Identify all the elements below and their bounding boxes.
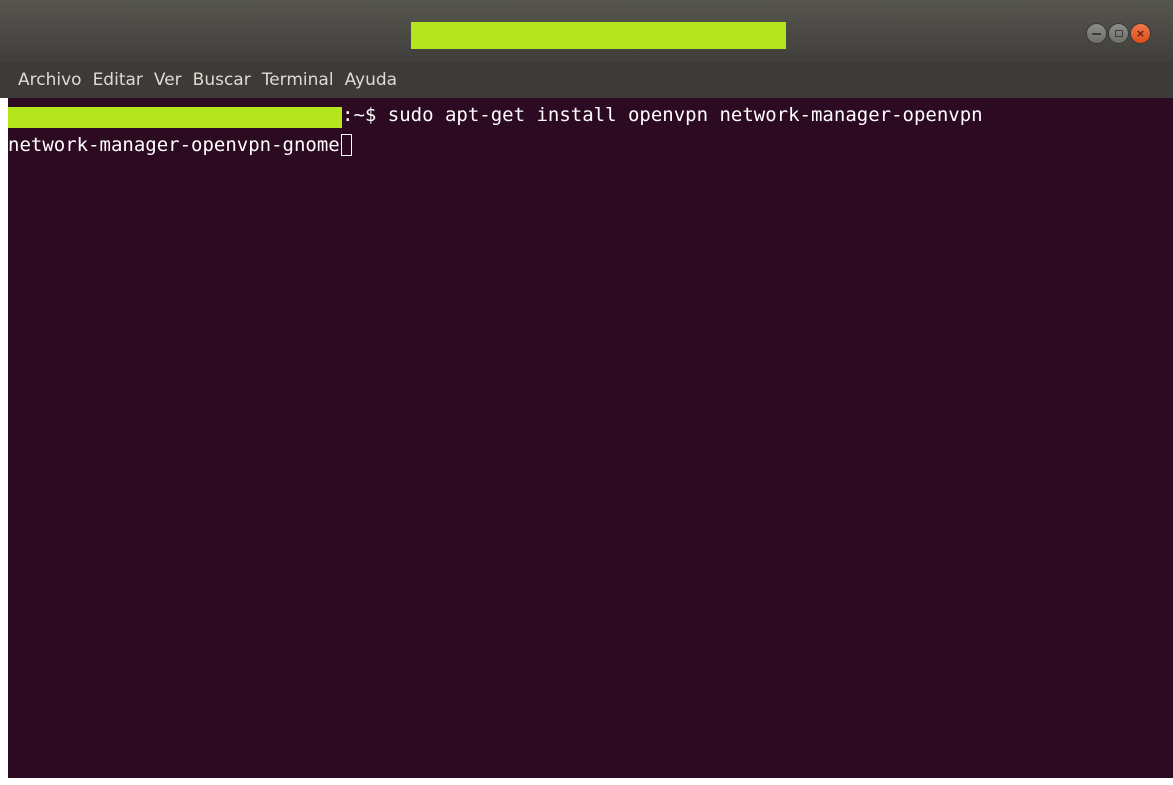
text-cursor [340,134,352,156]
terminal-line-2: network-manager-openvpn-gnome [8,130,352,160]
command-text-line-1: :~$ sudo apt-get install openvpn network… [342,104,983,126]
menu-ayuda[interactable]: Ayuda [345,62,398,98]
menu-archivo[interactable]: Archivo [18,62,82,98]
menu-bar: Archivo Editar Ver Buscar Terminal Ayuda [0,62,1173,98]
terminal-window: × Archivo Editar Ver Buscar Terminal Ayu… [0,0,1173,785]
menu-terminal[interactable]: Terminal [262,62,334,98]
minimize-button[interactable] [1086,23,1107,44]
command-text-line-2: network-manager-openvpn-gnome [8,134,340,156]
terminal-output-area[interactable]: :~$ sudo apt-get install openvpn network… [8,98,1173,778]
menu-ver[interactable]: Ver [154,62,182,98]
maximize-icon [1109,24,1128,43]
maximize-button[interactable] [1108,23,1129,44]
menu-buscar[interactable]: Buscar [193,62,251,98]
minimize-icon [1087,24,1106,43]
redacted-prompt-user-host [8,107,342,128]
menu-editar[interactable]: Editar [93,62,143,98]
title-bar[interactable]: × [0,0,1173,62]
close-icon: × [1135,27,1146,40]
redacted-window-title [411,22,786,49]
close-button[interactable]: × [1130,23,1151,44]
terminal-line-1: :~$ sudo apt-get install openvpn network… [8,100,983,130]
window-bottom-edge [0,778,1173,785]
